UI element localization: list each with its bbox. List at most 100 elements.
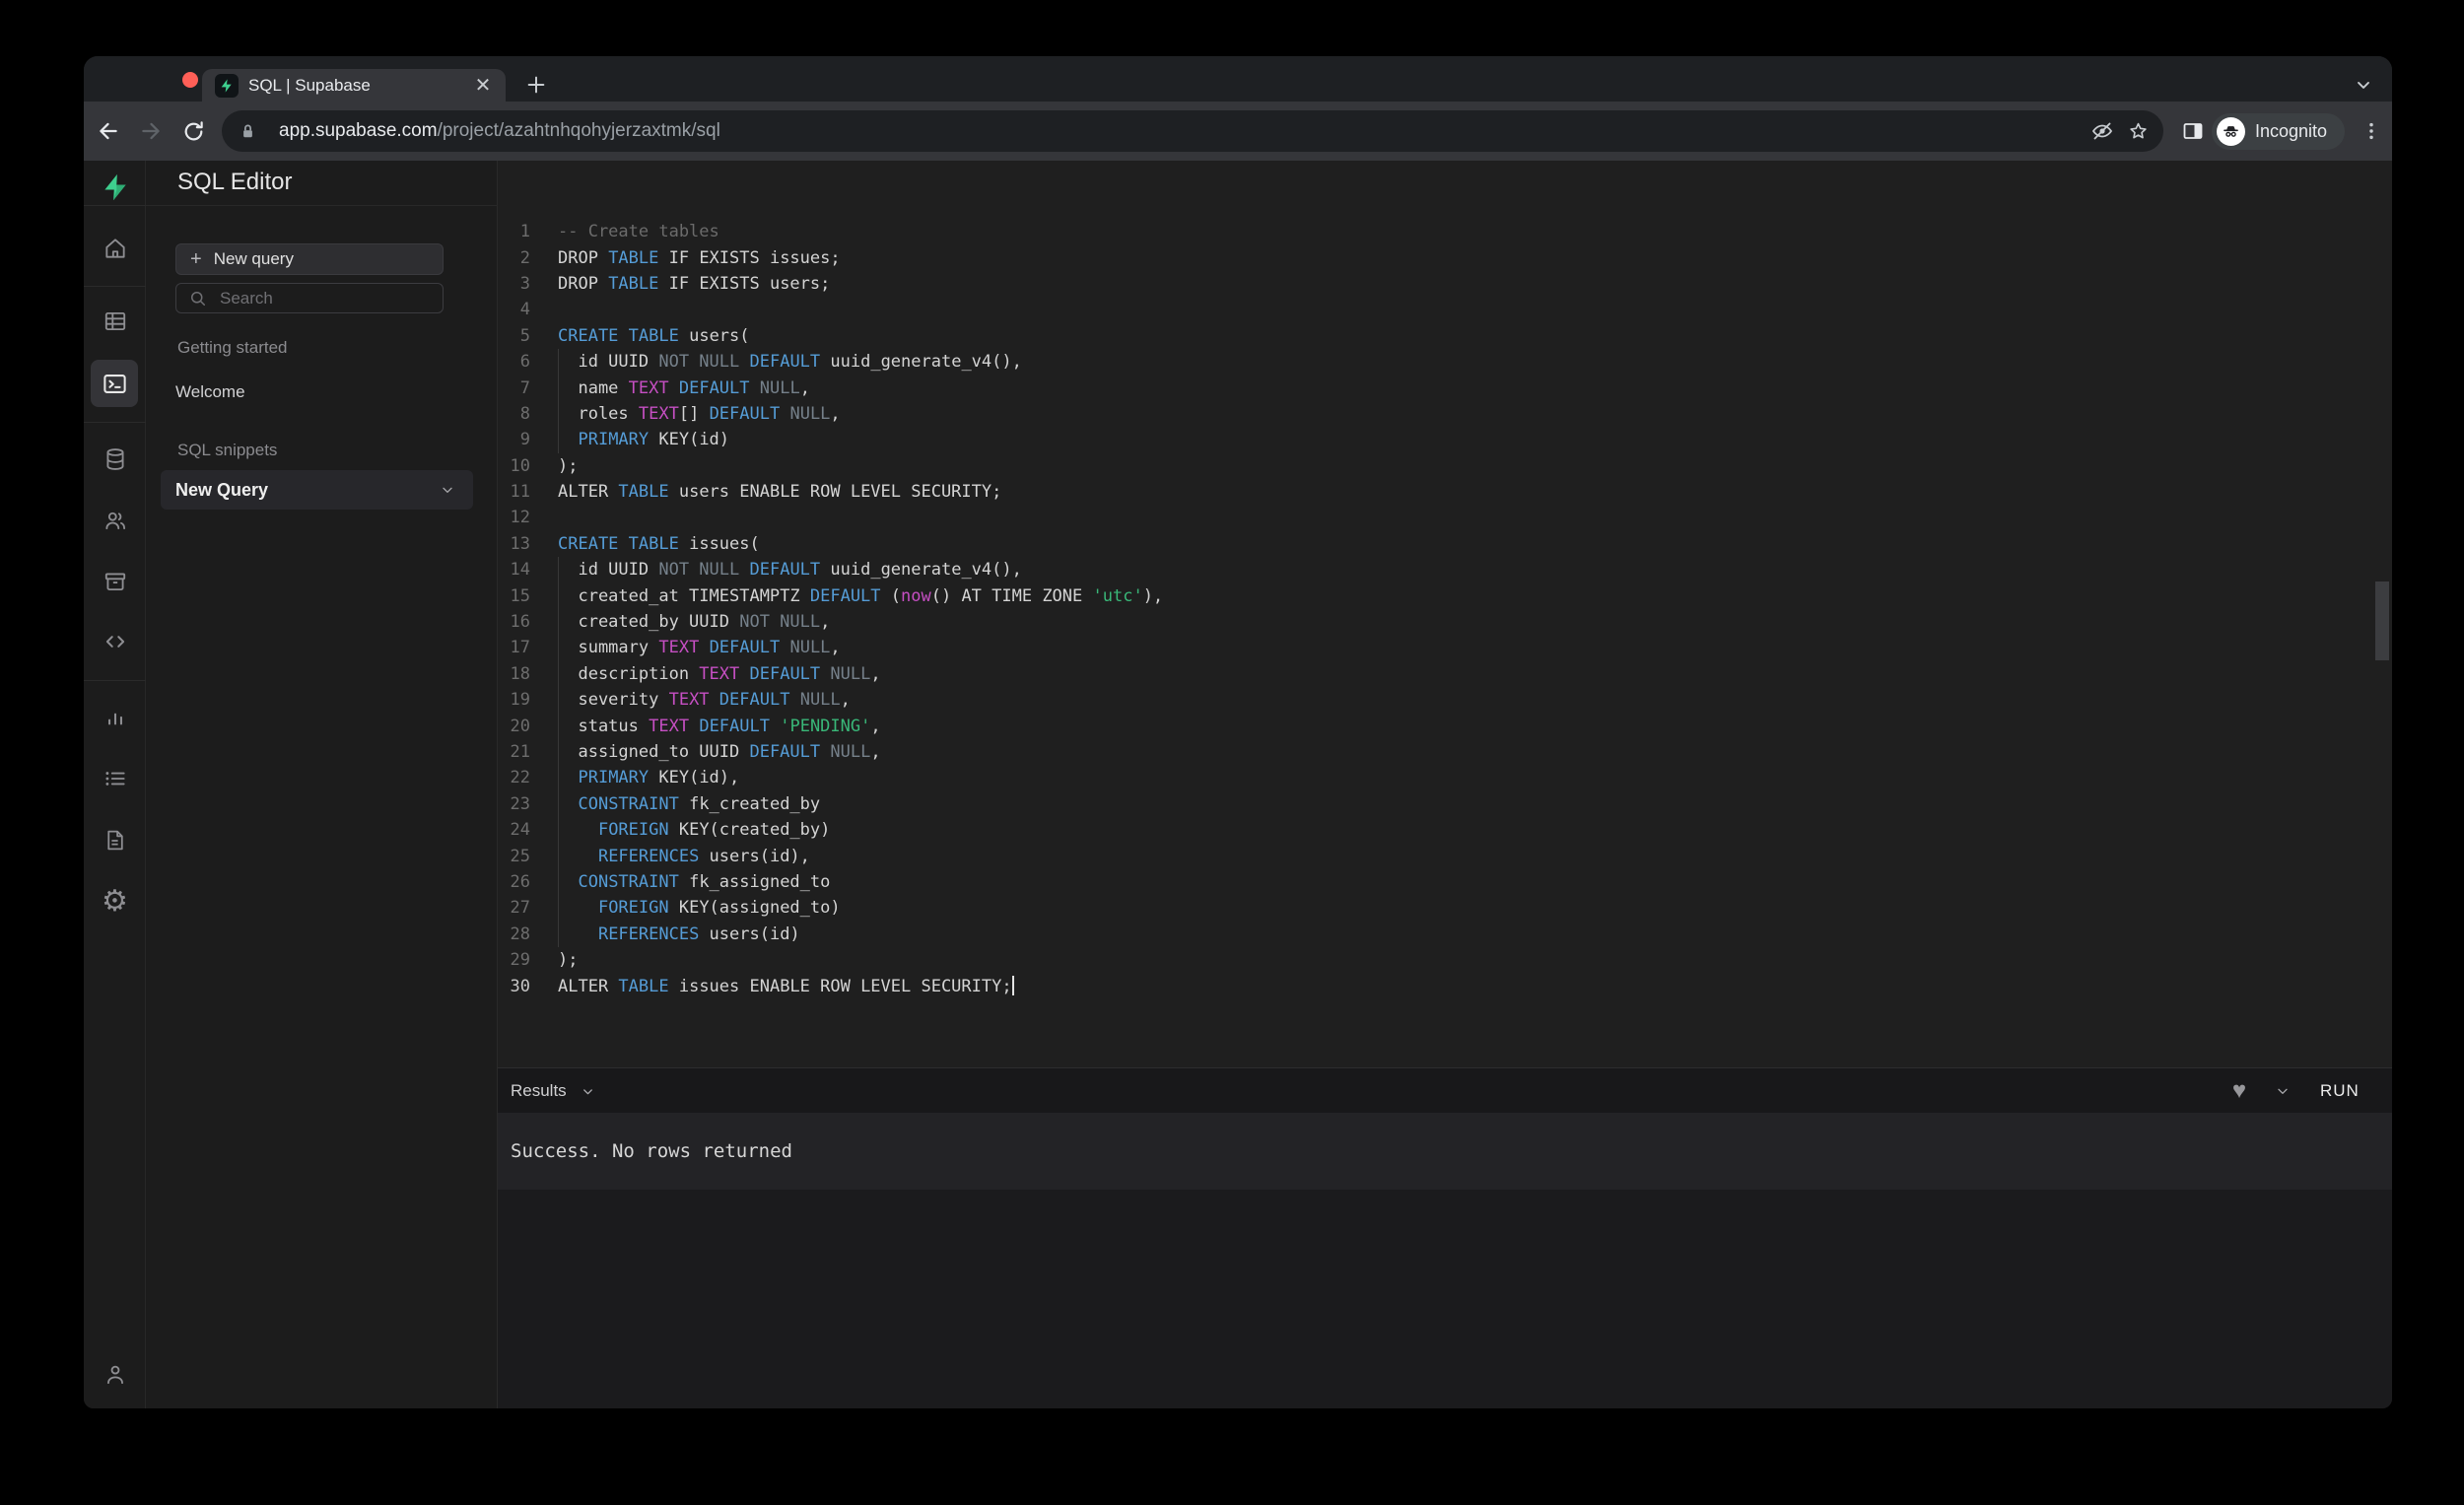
code-token: FOREIGN xyxy=(598,898,669,918)
code-token: DROP xyxy=(558,274,608,294)
code-line[interactable]: 7 name TEXT DEFAULT NULL, xyxy=(498,375,2392,400)
sidebar-item-new-query-snippet[interactable]: New Query xyxy=(161,470,473,510)
url-bar[interactable]: app.supabase.com/project/azahtnhqohyjerz… xyxy=(222,110,2163,152)
code-token: users ENABLE ROW LEVEL SECURITY; xyxy=(669,482,1002,502)
line-number: 25 xyxy=(498,847,530,866)
code-line[interactable]: 24 FOREIGN KEY(created_by) xyxy=(498,817,2392,843)
sidebar-item-welcome[interactable]: Welcome xyxy=(161,376,473,408)
new-query-button[interactable]: + New query xyxy=(175,243,444,275)
table-editor-icon[interactable] xyxy=(84,302,146,341)
side-panel-icon[interactable] xyxy=(2175,113,2211,149)
incognito-badge[interactable]: Incognito xyxy=(2212,113,2345,150)
code-token: roles xyxy=(558,404,639,424)
code-line[interactable]: 3DROP TABLE IF EXISTS users; xyxy=(498,271,2392,297)
auth-users-icon[interactable] xyxy=(84,501,146,540)
main-panel: adam@windmill.dev's Org / issue-tracker … xyxy=(498,161,2392,1408)
reports-icon[interactable] xyxy=(84,699,146,738)
editor-scrollbar[interactable] xyxy=(2375,581,2389,660)
docs-icon[interactable] xyxy=(84,820,146,859)
database-icon[interactable] xyxy=(84,440,146,479)
code-line[interactable]: 20 status TEXT DEFAULT 'PENDING', xyxy=(498,713,2392,738)
logs-icon[interactable] xyxy=(84,759,146,798)
code-token xyxy=(669,378,679,398)
code-line[interactable]: 18 description TEXT DEFAULT NULL, xyxy=(498,661,2392,687)
code-token xyxy=(558,847,598,866)
code-line[interactable]: 30ALTER TABLE issues ENABLE ROW LEVEL SE… xyxy=(498,973,2392,998)
code-line[interactable]: 8 roles TEXT[] DEFAULT NULL, xyxy=(498,401,2392,427)
code-token: users( xyxy=(679,326,750,346)
code-line[interactable]: 17 summary TEXT DEFAULT NULL, xyxy=(498,635,2392,660)
code-token xyxy=(710,690,719,710)
code-line[interactable]: 28 REFERENCES users(id) xyxy=(498,922,2392,947)
indent-guide xyxy=(558,557,559,947)
code-line[interactable]: 13CREATE TABLE issues( xyxy=(498,531,2392,557)
code-line[interactable]: 9 PRIMARY KEY(id) xyxy=(498,427,2392,452)
code-line[interactable]: 21 assigned_to UUID DEFAULT NULL, xyxy=(498,739,2392,765)
code-token: now xyxy=(901,586,931,606)
code-line[interactable]: 22 PRIMARY KEY(id), xyxy=(498,765,2392,790)
code-line[interactable]: 16 created_by UUID NOT NULL, xyxy=(498,609,2392,635)
indent-guide xyxy=(558,349,559,453)
code-text: CREATE TABLE users( xyxy=(558,326,750,346)
settings-gear-icon[interactable]: ⚙ xyxy=(84,882,146,922)
code-token: DEFAULT xyxy=(710,404,781,424)
lock-icon xyxy=(230,113,265,149)
bookmark-star-icon[interactable] xyxy=(2120,113,2156,149)
url-text: app.supabase.com/project/azahtnhqohyjerz… xyxy=(279,120,720,142)
supabase-logo-icon[interactable] xyxy=(84,168,146,207)
code-line[interactable]: 11ALTER TABLE users ENABLE ROW LEVEL SEC… xyxy=(498,479,2392,505)
account-icon[interactable] xyxy=(84,1355,146,1395)
code-token: , xyxy=(830,404,840,424)
code-line[interactable]: 15 created_at TIMESTAMPTZ DEFAULT (now()… xyxy=(498,582,2392,608)
code-line[interactable]: 10); xyxy=(498,453,2392,479)
code-token: , xyxy=(870,664,880,684)
edge-functions-icon[interactable] xyxy=(84,622,146,661)
browser-menu-kebab-icon[interactable] xyxy=(2355,114,2388,148)
code-line[interactable]: 14 id UUID NOT NULL DEFAULT uuid_generat… xyxy=(498,557,2392,582)
code-line[interactable]: 2DROP TABLE IF EXISTS issues; xyxy=(498,244,2392,270)
code-text: CONSTRAINT fk_assigned_to xyxy=(558,872,830,892)
run-button[interactable]: RUN xyxy=(2316,1068,2363,1114)
results-dropdown[interactable]: Results xyxy=(511,1068,595,1114)
code-token xyxy=(820,664,830,684)
code-line[interactable]: 4 xyxy=(498,297,2392,322)
line-number: 4 xyxy=(498,300,530,319)
line-number: 27 xyxy=(498,898,530,918)
tab-close-icon[interactable]: ✕ xyxy=(470,73,496,99)
home-icon[interactable] xyxy=(84,229,146,268)
code-line[interactable]: 12 xyxy=(498,505,2392,530)
code-token xyxy=(618,326,628,346)
search-input[interactable]: Search xyxy=(175,283,444,313)
new-tab-button[interactable] xyxy=(519,68,553,102)
code-line[interactable]: 25 REFERENCES users(id), xyxy=(498,843,2392,868)
code-line[interactable]: 29); xyxy=(498,947,2392,973)
sql-editor-icon[interactable] xyxy=(91,360,138,407)
code-line[interactable]: 1-- Create tables xyxy=(498,219,2392,244)
storage-icon[interactable] xyxy=(84,562,146,601)
code-text: summary TEXT DEFAULT NULL, xyxy=(558,638,841,657)
code-line[interactable]: 23 CONSTRAINT fk_created_by xyxy=(498,791,2392,817)
code-text: roles TEXT[] DEFAULT NULL, xyxy=(558,404,841,424)
back-button[interactable] xyxy=(92,114,125,148)
code-line[interactable]: 27 FOREIGN KEY(assigned_to) xyxy=(498,895,2392,921)
favorite-heart-icon[interactable]: ♥ xyxy=(2224,1068,2254,1114)
code-token: CREATE xyxy=(558,534,618,554)
browser-tab[interactable]: SQL | Supabase ✕ xyxy=(202,69,506,102)
code-token: users(id), xyxy=(699,847,810,866)
privacy-eye-off-icon[interactable] xyxy=(2085,113,2120,149)
line-number: 9 xyxy=(498,430,530,449)
code-token xyxy=(699,638,709,657)
run-options-chevron-icon[interactable] xyxy=(2268,1068,2297,1114)
code-line[interactable]: 19 severity TEXT DEFAULT NULL, xyxy=(498,687,2392,713)
forward-button[interactable] xyxy=(134,114,168,148)
code-line[interactable]: 5CREATE TABLE users( xyxy=(498,323,2392,349)
code-line[interactable]: 6 id UUID NOT NULL DEFAULT uuid_generate… xyxy=(498,349,2392,375)
tab-search-chevron-icon[interactable] xyxy=(2346,68,2381,102)
close-window-button[interactable] xyxy=(182,72,198,88)
new-query-label: New query xyxy=(214,249,294,269)
code-line[interactable]: 26 CONSTRAINT fk_assigned_to xyxy=(498,869,2392,895)
reload-button[interactable] xyxy=(176,114,210,148)
sql-code-editor[interactable]: 1-- Create tables2DROP TABLE IF EXISTS i… xyxy=(498,161,2392,1067)
code-token xyxy=(789,690,799,710)
code-text: -- Create tables xyxy=(558,222,719,241)
